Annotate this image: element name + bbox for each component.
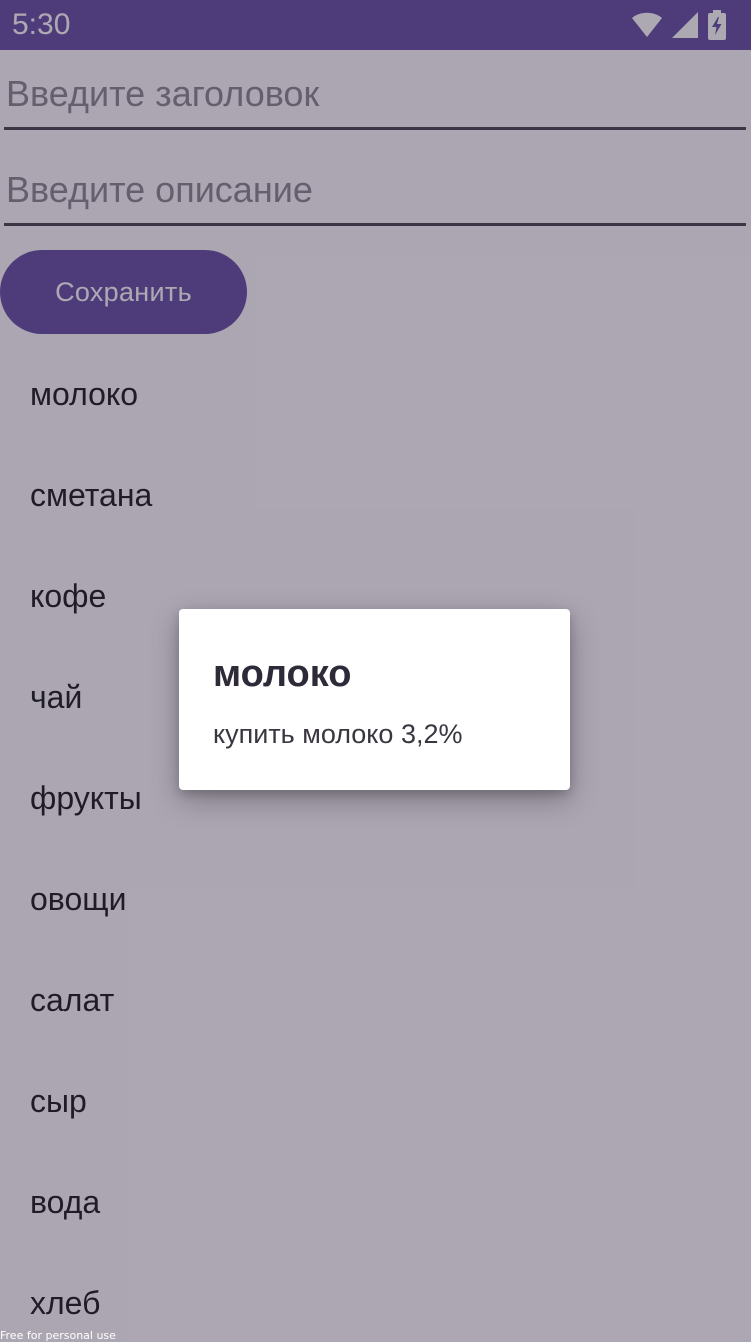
watermark: Free for personal use <box>0 1329 116 1342</box>
dialog-message: купить молоко 3,2% <box>213 719 463 749</box>
app-screen: 5:30 Сохранить мо <box>0 0 751 1342</box>
alert-dialog: молоко купить молоко 3,2% <box>179 609 570 790</box>
dialog-title: молоко <box>213 653 352 695</box>
